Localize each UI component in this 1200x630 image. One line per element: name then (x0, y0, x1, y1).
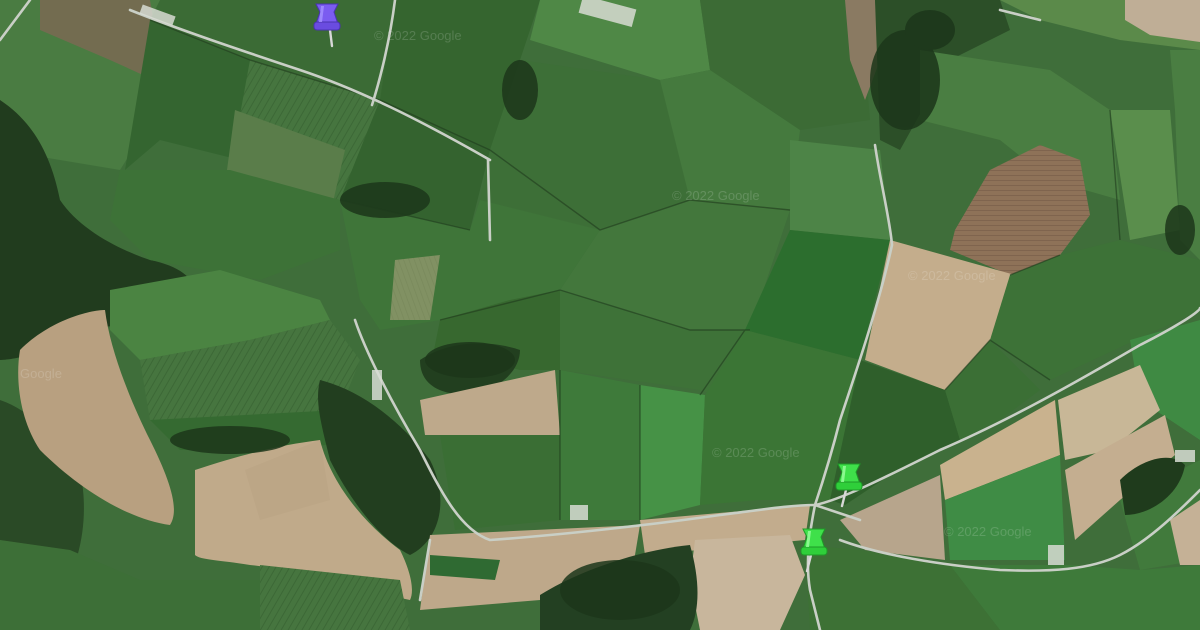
pushpin-icon[interactable] (795, 525, 835, 577)
pushpin-icon[interactable] (308, 0, 348, 52)
map-imagery (0, 0, 1200, 630)
field (640, 385, 705, 520)
field (790, 140, 890, 240)
field (560, 370, 640, 520)
pushpin-icon[interactable] (830, 460, 870, 512)
satellite-map[interactable]: © 2022 Google © 2022 Google © 2022 Googl… (0, 0, 1200, 630)
